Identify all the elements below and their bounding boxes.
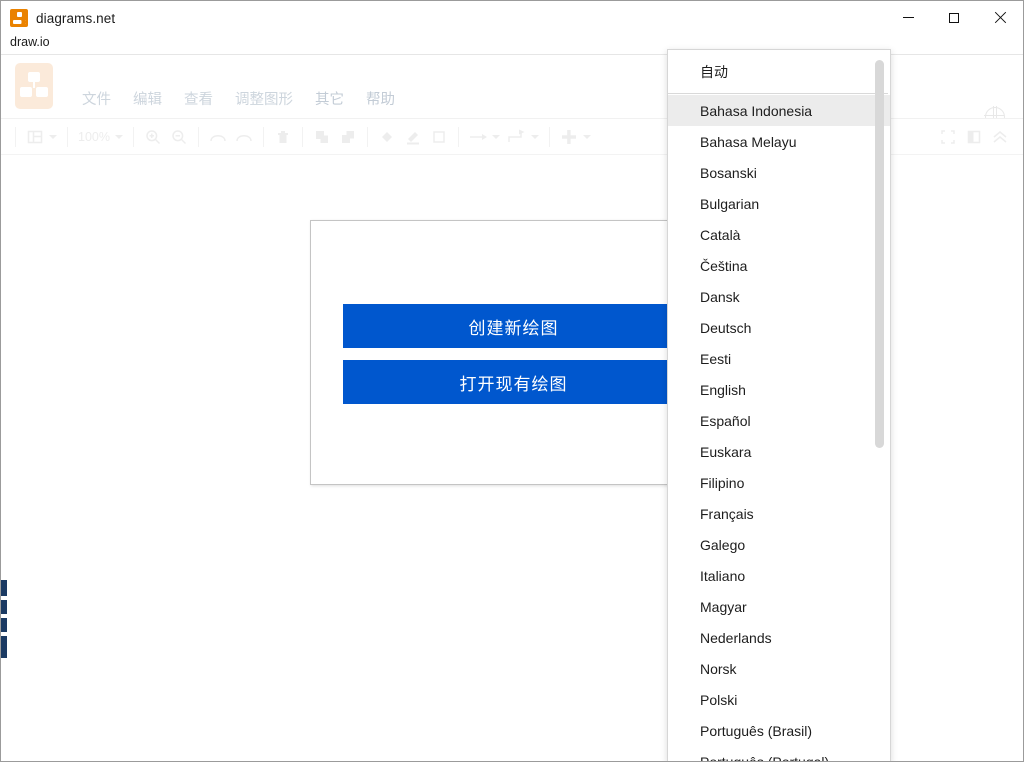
maximize-icon xyxy=(949,12,959,23)
dropdown-item[interactable]: English xyxy=(668,374,890,405)
application-window: diagrams.net draw.io 文件 编辑 查看 调整图形 其它 帮助… xyxy=(0,0,1024,762)
logo-connector xyxy=(33,82,35,88)
zoom-level-label[interactable]: 100% xyxy=(74,130,114,144)
line-color-icon[interactable] xyxy=(400,124,426,150)
minimize-icon xyxy=(902,17,914,18)
logo-node-top xyxy=(28,72,40,82)
dropdown-item[interactable]: Español xyxy=(668,405,890,436)
toolbar-group-zoom: 100% xyxy=(74,130,127,144)
zoom-in-icon[interactable] xyxy=(140,124,166,150)
app-logo-icon xyxy=(15,63,53,109)
menu-item-arrange[interactable]: 调整图形 xyxy=(224,86,304,111)
dropdown-list: Bahasa Indonesia Bahasa Melayu Bosanski Bul… xyxy=(668,94,890,762)
toolbar-group-history xyxy=(205,124,257,150)
dropdown-item[interactable]: Polski xyxy=(668,684,890,715)
dropdown-item[interactable]: Norsk xyxy=(668,653,890,684)
dropdown-item[interactable]: Català xyxy=(668,219,890,250)
left-edge-artifact xyxy=(1,580,7,658)
waypoints-chevron-down-icon[interactable] xyxy=(530,134,539,139)
splash-dialog: 创建新绘图 打开现有绘图 语言 xyxy=(310,220,716,485)
toolbar-group-view xyxy=(22,124,61,150)
redo-icon[interactable] xyxy=(231,124,257,150)
connection-chevron-down-icon[interactable] xyxy=(491,134,500,139)
dropdown-item[interactable]: Deutsch xyxy=(668,312,890,343)
title-bar: diagrams.net xyxy=(1,1,1023,35)
collapse-icon[interactable] xyxy=(987,124,1013,150)
dropdown-item[interactable]: Dansk xyxy=(668,281,890,312)
dropdown-item[interactable]: Filipino xyxy=(668,467,890,498)
dropdown-item[interactable]: Português (Brasil) xyxy=(668,715,890,746)
drawio-logo-icon xyxy=(10,9,28,27)
insert-icon[interactable] xyxy=(556,124,582,150)
logo-node-left xyxy=(20,87,32,97)
dropdown-item[interactable]: Galego xyxy=(668,529,890,560)
dropdown-item[interactable]: Bahasa Indonesia xyxy=(668,95,890,126)
connection-icon[interactable] xyxy=(465,124,491,150)
dropdown-item[interactable]: Eesti xyxy=(668,343,890,374)
to-back-icon[interactable] xyxy=(335,124,361,150)
dropdown-item[interactable]: Nederlands xyxy=(668,622,890,653)
window-title: diagrams.net xyxy=(36,10,116,26)
menu-item-edit[interactable]: 编辑 xyxy=(122,86,173,111)
toolbar-right-group xyxy=(935,119,1013,154)
dropdown-item[interactable]: Français xyxy=(668,498,890,529)
window-controls xyxy=(885,1,1023,34)
maximize-button[interactable] xyxy=(931,1,977,34)
dropdown-item[interactable]: Euskara xyxy=(668,436,890,467)
menu-item-file[interactable]: 文件 xyxy=(71,86,122,111)
menu-item-extras[interactable]: 其它 xyxy=(304,86,355,111)
layers-icon[interactable] xyxy=(22,124,48,150)
dropdown-item-auto[interactable]: 自动 xyxy=(668,50,890,93)
menu-items: 文件 编辑 查看 调整图形 其它 帮助 xyxy=(1,86,406,119)
logo-node-right xyxy=(36,87,48,97)
dropdown-item[interactable]: Čeština xyxy=(668,250,890,281)
menu-item-help[interactable]: 帮助 xyxy=(355,86,406,111)
to-front-icon[interactable] xyxy=(309,124,335,150)
close-button[interactable] xyxy=(977,1,1023,34)
dropdown-item[interactable]: Italiano xyxy=(668,560,890,591)
toolbar-group-connection xyxy=(465,124,543,150)
toolbar-group-delete xyxy=(270,124,296,150)
fill-color-icon[interactable] xyxy=(374,124,400,150)
fullscreen-icon[interactable] xyxy=(935,124,961,150)
create-new-diagram-button[interactable]: 创建新绘图 xyxy=(343,304,684,348)
undo-icon[interactable] xyxy=(205,124,231,150)
dropdown-item[interactable]: Português (Portugal) xyxy=(668,746,890,762)
open-existing-diagram-button[interactable]: 打开现有绘图 xyxy=(343,360,684,404)
toolbar-group-zoombtns xyxy=(140,124,192,150)
close-icon xyxy=(994,12,1006,24)
insert-chevron-down-icon[interactable] xyxy=(582,134,591,139)
dropdown-scrollbar-track[interactable] xyxy=(875,53,887,761)
toolbar-group-order xyxy=(309,124,361,150)
format-panel-icon[interactable] xyxy=(961,124,987,150)
shadow-icon[interactable] xyxy=(426,124,452,150)
dropdown-item[interactable]: Bosanski xyxy=(668,157,890,188)
zoom-out-icon[interactable] xyxy=(166,124,192,150)
minimize-button[interactable] xyxy=(885,1,931,34)
chevron-down-icon[interactable] xyxy=(49,134,57,139)
waypoints-icon[interactable] xyxy=(504,124,530,150)
toolbar-group-insert xyxy=(556,124,595,150)
delete-icon[interactable] xyxy=(270,124,296,150)
dropdown-item[interactable]: Bulgarian xyxy=(668,188,890,219)
dropdown-scrollbar-thumb[interactable] xyxy=(875,60,884,448)
dropdown-item[interactable]: Bahasa Melayu xyxy=(668,126,890,157)
toolbar-group-style xyxy=(374,124,452,150)
language-dropdown[interactable]: 自动 Bahasa Indonesia Bahasa Melayu Bosanski… xyxy=(667,49,891,762)
zoom-chevron-down-icon[interactable] xyxy=(114,134,123,139)
dropdown-item[interactable]: Magyar xyxy=(668,591,890,622)
menu-item-view[interactable]: 查看 xyxy=(173,86,224,111)
